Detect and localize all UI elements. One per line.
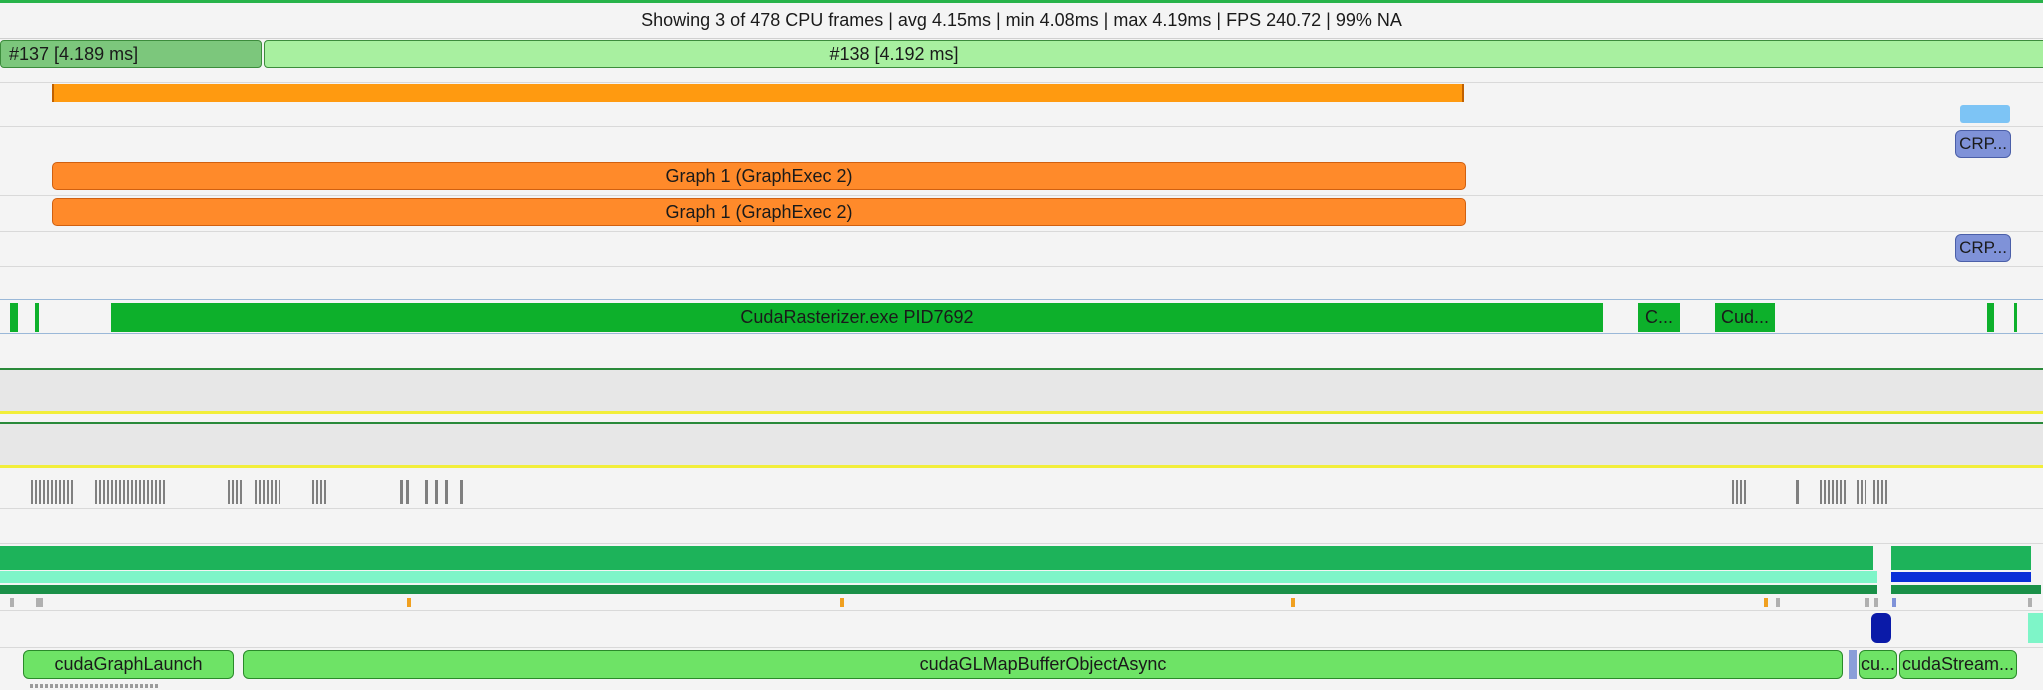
crp-badge[interactable]: CRP... (1955, 130, 2011, 158)
crp-badge[interactable]: CRP... (1955, 234, 2011, 262)
marker-tick[interactable] (1865, 598, 1869, 607)
gpu-sub-bar[interactable] (0, 571, 1877, 583)
row-divider (0, 126, 2043, 127)
process-sliver[interactable] (10, 303, 18, 332)
graph-exec-bar[interactable]: Graph 1 (GraphExec 2) (52, 198, 1466, 226)
api-call-bar[interactable]: cu... (1859, 650, 1897, 679)
event-tick-cluster[interactable] (95, 480, 167, 504)
api-call-bar[interactable]: cudaGLMapBufferObjectAsync (243, 650, 1843, 679)
process-main-bar[interactable]: CudaRasterizer.exe PID7692 (111, 303, 1603, 332)
event-tick-cluster[interactable] (1820, 480, 1846, 504)
row-divider (0, 266, 2043, 267)
api-call-label: cu... (1860, 654, 1895, 674)
event-tick-cluster[interactable] (255, 480, 280, 504)
marker-tick[interactable] (2028, 598, 2032, 607)
marker-tick[interactable] (840, 598, 844, 607)
graph-exec-bar[interactable]: Graph 1 (GraphExec 2) (52, 162, 1466, 190)
event-tick-cluster[interactable] (31, 480, 75, 504)
event-tick-cluster[interactable] (312, 480, 327, 504)
row-divider (0, 195, 2043, 196)
marker-tick[interactable] (1764, 598, 1768, 607)
event-tick-cluster[interactable] (228, 480, 243, 504)
frame-137[interactable]: #137 [4.189 ms] (0, 40, 262, 68)
event-tick[interactable] (445, 480, 448, 504)
row-divider (0, 231, 2043, 232)
row-divider (0, 508, 2043, 509)
process-sliver[interactable] (35, 303, 39, 332)
frame-137-label: #137 [4.189 ms] (9, 43, 139, 64)
row-divider (0, 647, 2043, 648)
api-call-bar[interactable]: cudaGraphLaunch (23, 650, 234, 679)
frame-138[interactable]: #138 [4.192 ms] (264, 40, 2043, 68)
orange-range-bar[interactable] (52, 84, 1464, 102)
marker-tick[interactable] (1874, 598, 1878, 607)
gpu-activity-bar[interactable] (1891, 546, 2031, 570)
marker-tick[interactable] (1892, 598, 1896, 607)
graph-exec-label: Graph 1 (GraphExec 2) (665, 165, 853, 186)
row-divider (0, 82, 2043, 83)
process-sliver[interactable] (1987, 303, 1994, 332)
event-tick[interactable] (1796, 480, 1799, 504)
event-tick-cluster[interactable] (400, 480, 411, 504)
marker-tick[interactable] (1291, 598, 1295, 607)
api-call-label: cudaGraphLaunch (54, 654, 203, 674)
event-tick[interactable] (460, 480, 463, 504)
crp-badge-label: CRP... (1959, 134, 2007, 153)
api-call-sliver[interactable] (1849, 650, 1857, 679)
crp-badge-label: CRP... (1959, 238, 2007, 257)
gpu-lower-bar[interactable] (0, 585, 1877, 594)
gpu-sub-bar[interactable] (1891, 572, 2031, 582)
api-call-bar[interactable]: cudaStream... (1899, 650, 2017, 679)
frame-summary-text: Showing 3 of 478 CPU frames | avg 4.15ms… (641, 10, 1402, 30)
event-tick[interactable] (425, 480, 428, 504)
thread-lane (0, 422, 2043, 468)
process-sliver[interactable] (2014, 303, 2017, 332)
navy-event-chip[interactable] (1871, 613, 1891, 643)
frame-row: #137 [4.189 ms] #138 [4.192 ms] (0, 40, 2043, 70)
process-short-bar[interactable]: C... (1638, 303, 1680, 332)
gpu-activity-bar[interactable] (0, 546, 1873, 570)
bottom-tick-strip (30, 684, 160, 688)
gpu-lower-bar[interactable] (1891, 585, 2041, 594)
thread-lane (0, 368, 2043, 414)
api-call-label: cudaGLMapBufferObjectAsync (919, 654, 1167, 674)
light-blue-marker[interactable] (1960, 105, 2010, 123)
frame-138-label: #138 [4.192 ms] (829, 43, 959, 64)
event-tick-cluster[interactable] (1873, 480, 1887, 504)
graph-exec-label: Graph 1 (GraphExec 2) (665, 201, 853, 222)
marker-tick[interactable] (407, 598, 411, 607)
row-divider (0, 610, 2043, 611)
event-tick-cluster[interactable] (1857, 480, 1866, 504)
frame-summary-bar: Showing 3 of 478 CPU frames | avg 4.15ms… (0, 3, 2043, 39)
marker-tick[interactable] (1776, 598, 1780, 607)
marker-tick[interactable] (36, 598, 43, 607)
process-short-label: Cud... (1720, 307, 1770, 327)
row-divider (0, 543, 2043, 544)
api-call-label: cudaStream... (1901, 654, 2015, 674)
process-short-bar[interactable]: Cud... (1715, 303, 1775, 332)
process-row: CudaRasterizer.exe PID7692 C... Cud... (0, 299, 2043, 334)
process-main-label: CudaRasterizer.exe PID7692 (740, 307, 974, 327)
process-short-label: C... (1644, 307, 1673, 327)
event-tick[interactable] (435, 480, 438, 504)
event-tick-row (0, 480, 2043, 504)
event-tick-cluster[interactable] (1732, 480, 1746, 504)
marker-tick[interactable] (10, 598, 14, 607)
mint-event-chip[interactable] (2028, 613, 2043, 643)
